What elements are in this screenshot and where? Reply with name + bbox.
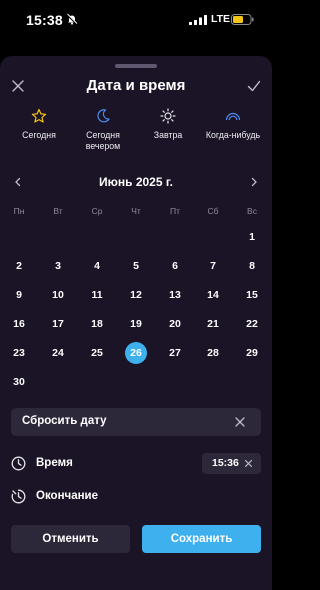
calendar-day[interactable]: 20 <box>164 313 186 335</box>
month-title: Июнь 2025 г. <box>99 175 173 189</box>
time-value: 15:36 <box>212 457 239 469</box>
clock-icon <box>11 456 26 471</box>
quick-option-label: Завтра <box>153 130 183 140</box>
weekday-label: Вс <box>247 206 257 216</box>
calendar-day[interactable]: 22 <box>241 313 263 335</box>
rainbow-icon <box>225 112 241 121</box>
calendar-day[interactable]: 9 <box>8 284 30 306</box>
time-chip[interactable]: 15:36 <box>202 453 261 474</box>
weekday-label: Вт <box>53 206 63 216</box>
check-icon[interactable] <box>246 78 262 94</box>
calendar-day[interactable]: 11 <box>86 284 108 306</box>
quick-option-tomorrow[interactable]: Завтра <box>134 108 202 141</box>
calendar-day[interactable]: 23 <box>8 342 30 364</box>
weekday-label: Ср <box>91 206 103 216</box>
calendar-day[interactable]: 16 <box>8 313 30 335</box>
chevron-right-icon[interactable] <box>248 176 260 188</box>
weekday-label: Чт <box>131 206 141 216</box>
status-time: 15:38 <box>26 12 63 28</box>
close-icon[interactable] <box>244 459 253 468</box>
calendar-day[interactable]: 12 <box>125 284 147 306</box>
calendar-day[interactable]: 29 <box>241 342 263 364</box>
calendar-day[interactable]: 17 <box>47 313 69 335</box>
calendar-day-selected[interactable]: 26 <box>125 342 147 364</box>
calendar-day[interactable]: 19 <box>125 313 147 335</box>
battery-icon <box>231 14 254 25</box>
quick-option-label: Когда-нибудь <box>205 130 261 140</box>
calendar-header: Июнь 2025 г. <box>0 174 272 194</box>
reset-date-label: Сбросить дату <box>22 415 107 427</box>
close-icon[interactable] <box>234 416 246 428</box>
save-button[interactable]: Сохранить <box>142 525 261 553</box>
calendar-day[interactable]: 7 <box>202 255 224 277</box>
calendar-day[interactable]: 30 <box>8 371 30 393</box>
time-label: Время <box>36 457 73 469</box>
quick-option-today[interactable]: Сегодня <box>5 108 73 141</box>
calendar-day[interactable]: 18 <box>86 313 108 335</box>
sun-icon <box>160 108 176 124</box>
calendar-day[interactable]: 13 <box>164 284 186 306</box>
clock-end-icon <box>11 489 26 504</box>
status-bar: 15:38 LTE <box>0 0 272 44</box>
quick-option-tonight[interactable]: Сегодня вечером <box>69 108 137 152</box>
calendar-day[interactable]: 27 <box>164 342 186 364</box>
calendar-day[interactable]: 3 <box>47 255 69 277</box>
sheet-grabber[interactable] <box>115 64 157 68</box>
calendar-day[interactable]: 1 <box>241 226 263 248</box>
calendar-day[interactable]: 25 <box>86 342 108 364</box>
quick-option-someday[interactable]: Когда-нибудь <box>199 108 267 141</box>
quick-option-label: Сегодня <box>22 130 56 140</box>
signal-icon <box>189 15 207 25</box>
calendar-day[interactable]: 8 <box>241 255 263 277</box>
moon-icon <box>97 109 110 123</box>
weekday-label: Сб <box>207 206 219 216</box>
sheet-title: Дата и время <box>86 77 186 94</box>
quick-option-label: Сегодня вечером <box>85 130 121 151</box>
star-icon <box>31 108 47 123</box>
reset-date-button[interactable]: Сбросить дату <box>11 408 261 436</box>
calendar-day[interactable]: 24 <box>47 342 69 364</box>
calendar-day[interactable]: 4 <box>86 255 108 277</box>
network-type: LTE <box>211 13 231 25</box>
cancel-button[interactable]: Отменить <box>11 525 130 553</box>
calendar-day[interactable]: 10 <box>47 284 69 306</box>
calendar-day[interactable]: 28 <box>202 342 224 364</box>
calendar-day[interactable]: 6 <box>164 255 186 277</box>
bell-off-icon <box>66 13 78 25</box>
calendar-day[interactable]: 5 <box>125 255 147 277</box>
calendar-day[interactable]: 2 <box>8 255 30 277</box>
calendar-day[interactable]: 14 <box>202 284 224 306</box>
weekday-label: Пт <box>169 206 180 216</box>
calendar-day[interactable]: 15 <box>241 284 263 306</box>
weekday-label: Пн <box>13 206 25 216</box>
date-time-sheet: Дата и время Сегодня Сегодня вечером Зав… <box>0 56 272 590</box>
end-time-label: Окончание <box>36 490 99 502</box>
calendar-day[interactable]: 21 <box>202 313 224 335</box>
